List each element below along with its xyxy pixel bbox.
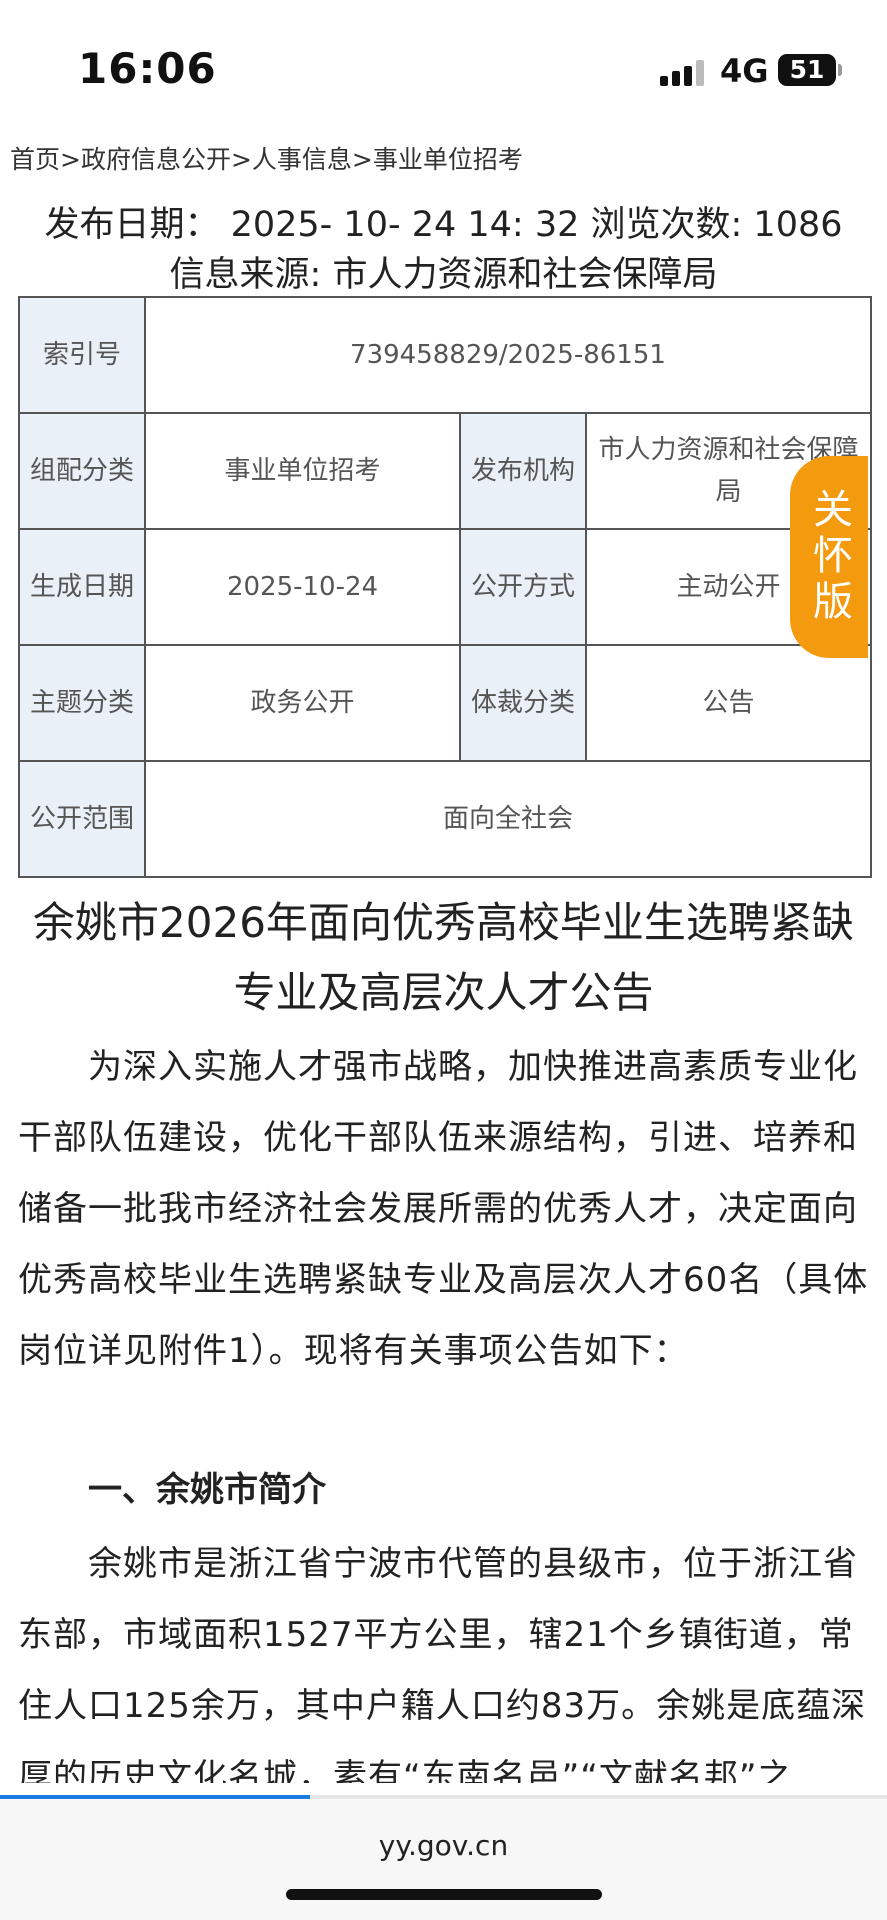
publisher-label: 发布机构	[459, 412, 587, 530]
article-paragraph: 为深入实施人才强市战略，加快推进高素质专业化干部队伍建设，优化干部队伍来源结构，…	[18, 1047, 869, 1371]
article-paragraph: 余姚市是浙江省宁波市代管的县级市，位于浙江省东部，市域面积1527平方公里，辖2…	[18, 1544, 867, 1783]
signal-icon	[660, 60, 706, 86]
status-time: 16:06	[78, 44, 217, 93]
index-value: 739458829/2025-86151	[144, 296, 872, 414]
article-title: 余姚市2026年面向优秀高校毕业生选聘紧缺专业及高层次人才公告	[33, 898, 854, 1017]
index-label: 索引号	[18, 296, 146, 414]
breadcrumb[interactable]: 首页>政府信息公开>人事信息>事业单位招考	[10, 140, 523, 176]
status-bar: 16:06 4G 51	[0, 0, 887, 130]
table-row: 生成日期 2025-10-24 公开方式 主动公开	[18, 528, 872, 646]
genre-value: 公告	[585, 644, 872, 762]
genre-label: 体裁分类	[459, 644, 587, 762]
publish-meta: 发布日期： 2025- 10- 24 14: 32 浏览次数: 1086	[44, 205, 843, 245]
care-mode-label: 关怀版	[806, 488, 852, 626]
table-row: 主题分类 政务公开 体裁分类 公告	[18, 644, 872, 762]
home-indicator[interactable]	[286, 1889, 602, 1900]
category-value: 事业单位招考	[144, 412, 461, 530]
battery-icon: 51	[778, 54, 842, 86]
browser-bottom-bar: yy.gov.cn	[0, 1799, 887, 1920]
table-row: 索引号 739458829/2025-86151	[18, 296, 872, 414]
date-value: 2025-10-24	[144, 528, 461, 646]
source-meta: 信息来源: 市人力资源和社会保障局	[169, 255, 718, 295]
section-heading: 一、余姚市简介	[88, 1470, 326, 1510]
table-row: 组配分类 事业单位招考 发布机构 市人力资源和社会保障局	[18, 412, 872, 530]
table-row: 公开范围 面向全社会	[18, 760, 872, 878]
scope-label: 公开范围	[18, 760, 146, 878]
info-table: 索引号 739458829/2025-86151 组配分类 事业单位招考 发布机…	[18, 296, 872, 878]
scope-value: 面向全社会	[144, 760, 872, 878]
open-method-label: 公开方式	[459, 528, 587, 646]
care-mode-button[interactable]: 关怀版	[790, 456, 868, 658]
date-label: 生成日期	[18, 528, 146, 646]
topic-value: 政务公开	[144, 644, 461, 762]
category-label: 组配分类	[18, 412, 146, 530]
network-label: 4G	[720, 52, 769, 90]
address-bar[interactable]: yy.gov.cn	[0, 1829, 887, 1862]
topic-label: 主题分类	[18, 644, 146, 762]
